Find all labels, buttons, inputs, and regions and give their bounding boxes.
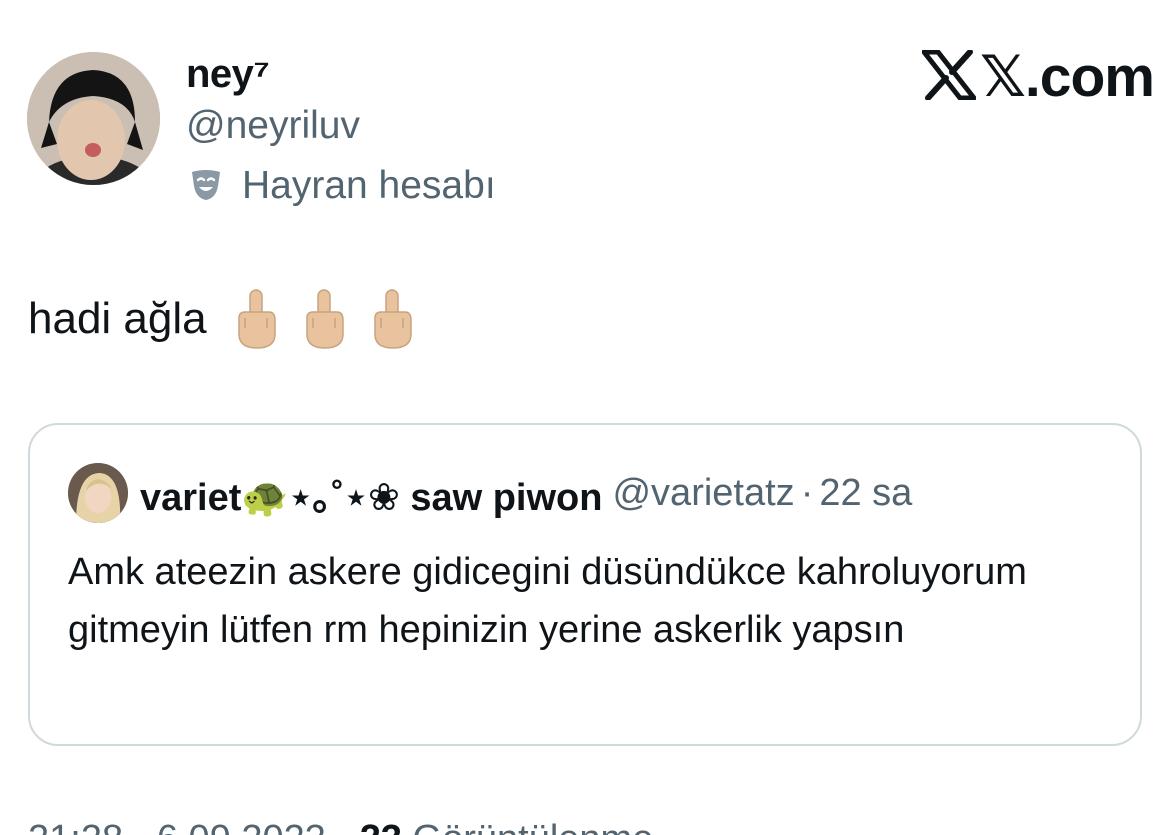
tweet-screenshot: ney⁷ @neyriluv Hayran hesabı 𝕏.com hadi … [0,0,1170,835]
emoji-group [233,288,415,350]
quoted-tweet[interactable]: variet🐢⋆｡˚⋆❀ saw piwon @varietatz · 22 s… [28,423,1142,746]
tweet-timestamp[interactable]: 21:28 · 6.09.2023 [28,818,326,835]
tweet-body: hadi ağla [28,288,415,350]
tweet-footer: 21:28 · 6.09.2023 · 23 Görüntülenme [28,818,653,835]
author-handle[interactable]: @neyriluv [186,104,360,148]
quoted-display-name[interactable]: variet🐢⋆｡˚⋆❀ saw piwon [140,466,602,521]
views-label: Görüntülenme [413,818,654,835]
avatar-image [27,52,160,185]
quoted-tweet-text: Amk ateezin askere gidicegini düsündükce… [68,551,1027,651]
quoted-handle[interactable]: @varietatz [612,472,794,515]
brand-text: 𝕏.com [980,45,1155,109]
theater-mask-icon [188,166,224,207]
x-logo-icon [921,48,977,105]
middle-finger-emoji [237,289,276,349]
quoted-separator: · [800,471,814,514]
author-display-name[interactable]: ney⁷ [186,52,270,97]
quoted-author-avatar[interactable] [68,463,128,523]
x-com-logo: 𝕏.com [921,44,1155,110]
footer-separator: · [336,818,349,835]
quoted-timestamp[interactable]: 22 sa [819,472,912,515]
author-avatar[interactable] [27,52,160,185]
quoted-avatar-image [68,463,128,523]
affiliation-badge: Hayran hesabı [188,164,496,208]
middle-finger-emoji [305,289,344,349]
views-count: 23 [360,818,402,835]
affiliation-label: Hayran hesabı [242,164,496,207]
middle-finger-emoji [373,289,412,349]
tweet-text: hadi ağla [28,294,207,343]
quoted-tweet-header: variet🐢⋆｡˚⋆❀ saw piwon @varietatz · 22 s… [68,463,912,523]
